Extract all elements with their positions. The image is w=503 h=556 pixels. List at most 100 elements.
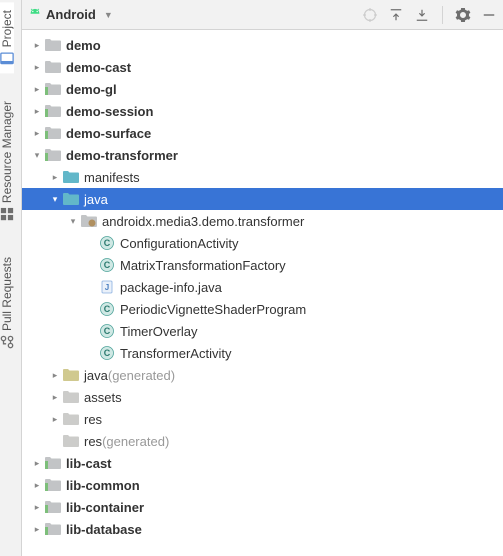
collapse-all-icon[interactable] <box>414 7 430 23</box>
svg-text:C: C <box>104 348 111 358</box>
tree-row[interactable]: CMatrixTransformationFactory <box>22 254 503 276</box>
tree-row[interactable]: ▸ lib-database <box>22 518 503 540</box>
panel-header: Android ▼ <box>22 0 503 30</box>
class-icon: C <box>98 323 116 339</box>
chevron-right-icon[interactable]: ▸ <box>48 414 62 425</box>
chevron-down-icon[interactable]: ▾ <box>48 194 62 205</box>
folder-closed-icon <box>44 59 62 75</box>
sidebar-tab-label: Resource Manager <box>0 101 14 203</box>
tree-row[interactable]: C ConfigurationActivity <box>22 232 503 254</box>
svg-text:C: C <box>104 326 111 336</box>
tree-item-label: demo <box>66 38 101 53</box>
tree-row[interactable]: ▾ java <box>22 188 503 210</box>
tree-row[interactable]: ▸ lib-container <box>22 496 503 518</box>
divider <box>442 6 443 24</box>
tree-row[interactable]: ▸ manifests <box>22 166 503 188</box>
tree-item-suffix: (generated) <box>108 368 175 383</box>
chevron-right-icon[interactable]: ▸ <box>30 128 44 139</box>
tree-row[interactable]: ▾ androidx.media3.demo.transformer <box>22 210 503 232</box>
folder-gray-icon <box>62 389 80 405</box>
tree-row[interactable]: ▸ demo-surface <box>22 122 503 144</box>
module-folder-icon <box>44 125 62 141</box>
tree-item-label: manifests <box>84 170 140 185</box>
tree-item-label: demo-gl <box>66 82 117 97</box>
sidebar-tab-pull-requests[interactable]: Pull Requests <box>0 249 14 357</box>
tree-row[interactable]: ▸demo-cast <box>22 56 503 78</box>
tree-row[interactable]: ▸ assets <box>22 386 503 408</box>
tree-item-label: res <box>84 412 102 427</box>
project-tree[interactable]: ▸demo▸demo-cast▸demo-gl▸demo-session▸dem… <box>22 30 503 556</box>
class-icon: C <box>98 257 116 273</box>
chevron-right-icon[interactable]: ▸ <box>30 502 44 513</box>
module-folder-icon <box>44 81 62 97</box>
view-selector[interactable]: Android ▼ <box>28 7 113 22</box>
minimize-icon[interactable] <box>481 7 497 23</box>
project-panel: Android ▼ ▸demo▸demo-cast▸demo-gl▸demo-s… <box>22 0 503 556</box>
android-icon <box>28 8 42 22</box>
chevron-right-icon[interactable]: ▸ <box>30 106 44 117</box>
svg-text:J: J <box>105 283 109 292</box>
tree-item-label: java <box>84 368 108 383</box>
folder-teal-icon <box>62 191 80 207</box>
tree-row[interactable]: ▸ res <box>22 408 503 430</box>
tree-item-label: androidx.media3.demo.transformer <box>102 214 304 229</box>
tree-row[interactable]: Jpackage-info.java <box>22 276 503 298</box>
tree-item-label: assets <box>84 390 122 405</box>
chevron-down-icon[interactable]: ▾ <box>30 150 44 161</box>
tree-row[interactable]: ▸demo-session <box>22 100 503 122</box>
tree-item-label: lib-cast <box>66 456 112 471</box>
chevron-right-icon[interactable]: ▸ <box>48 392 62 403</box>
class-icon: C <box>98 345 116 361</box>
target-icon <box>362 7 378 23</box>
gear-icon[interactable] <box>455 7 471 23</box>
resource-icon <box>0 207 14 221</box>
tree-row[interactable]: ▸ java (generated) <box>22 364 503 386</box>
tree-item-label: lib-database <box>66 522 142 537</box>
sidebar-tabs: Project Resource Manager Pull Requests <box>0 0 22 556</box>
chevron-down-icon: ▼ <box>104 10 113 20</box>
chevron-right-icon[interactable]: ▸ <box>30 84 44 95</box>
chevron-right-icon[interactable]: ▸ <box>30 458 44 469</box>
java-file-icon: J <box>98 279 116 295</box>
tree-row[interactable]: ▸ demo <box>22 34 503 56</box>
tree-row[interactable]: CTransformerActivity <box>22 342 503 364</box>
expand-all-icon[interactable] <box>388 7 404 23</box>
sidebar-tab-label: Project <box>0 10 14 47</box>
pull-request-icon <box>0 335 14 349</box>
chevron-right-icon[interactable]: ▸ <box>48 370 62 381</box>
chevron-down-icon[interactable]: ▾ <box>66 216 80 227</box>
tree-item-label: ConfigurationActivity <box>120 236 239 251</box>
chevron-right-icon[interactable]: ▸ <box>30 480 44 491</box>
sidebar-tab-project[interactable]: Project <box>0 2 14 73</box>
sidebar-tab-label: Pull Requests <box>0 257 14 331</box>
package-icon <box>80 213 98 229</box>
tree-item-label: java <box>84 192 108 207</box>
chevron-right-icon[interactable]: ▸ <box>48 172 62 183</box>
tree-item-label: res <box>84 434 102 449</box>
class-icon: C <box>98 235 116 251</box>
tree-item-label: PeriodicVignetteShaderProgram <box>120 302 306 317</box>
project-icon <box>0 51 14 65</box>
chevron-right-icon[interactable]: ▸ <box>30 40 44 51</box>
folder-teal-icon <box>62 169 80 185</box>
tree-item-label: demo-surface <box>66 126 151 141</box>
tree-row[interactable]: res (generated) <box>22 430 503 452</box>
tree-item-label: lib-container <box>66 500 144 515</box>
chevron-right-icon[interactable]: ▸ <box>30 524 44 535</box>
header-actions <box>362 6 497 24</box>
folder-gen-icon <box>62 367 80 383</box>
module-folder-icon <box>44 477 62 493</box>
tree-row[interactable]: ▸ lib-cast <box>22 452 503 474</box>
tree-row[interactable]: CPeriodicVignetteShaderProgram <box>22 298 503 320</box>
tree-row[interactable]: ▸ demo-gl <box>22 78 503 100</box>
folder-gray-icon <box>62 433 80 449</box>
chevron-right-icon[interactable]: ▸ <box>30 62 44 73</box>
tree-row[interactable]: ▸lib-common <box>22 474 503 496</box>
module-folder-icon <box>44 521 62 537</box>
svg-text:C: C <box>104 238 111 248</box>
tree-item-label: TimerOverlay <box>120 324 198 339</box>
svg-text:C: C <box>104 260 111 270</box>
tree-row[interactable]: ▾demo-transformer <box>22 144 503 166</box>
sidebar-tab-resource-manager[interactable]: Resource Manager <box>0 93 14 229</box>
tree-row[interactable]: C TimerOverlay <box>22 320 503 342</box>
